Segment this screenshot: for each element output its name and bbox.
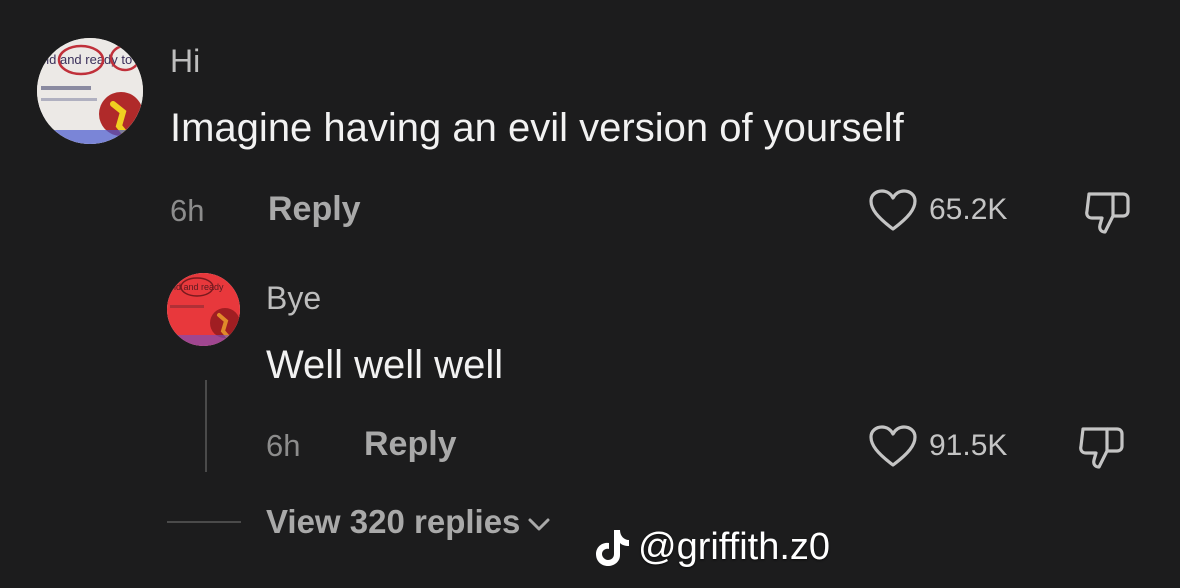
avatar[interactable]: old and ready to xyxy=(37,38,143,144)
reply-reply-button[interactable]: Reply xyxy=(364,427,457,461)
reply-like-count: 91.5K xyxy=(929,429,1008,462)
reply-timestamp: 6h xyxy=(266,428,301,463)
watermark-handle: @griffith.z0 xyxy=(638,526,831,568)
reply-avatar-image: old and ready xyxy=(167,273,240,346)
like-count: 65.2K xyxy=(929,193,1008,226)
replies-divider xyxy=(167,521,241,523)
comment-username[interactable]: Hi xyxy=(170,45,200,77)
dislike-button[interactable] xyxy=(1083,188,1133,236)
thumbs-down-outline-icon xyxy=(1085,192,1130,234)
comment-timestamp: 6h xyxy=(170,193,205,228)
thread-line xyxy=(205,380,207,472)
view-replies-label: View 320 replies xyxy=(266,503,521,540)
tiktok-icon xyxy=(596,530,629,566)
comment-text: Imagine having an evil version of yourse… xyxy=(170,106,904,150)
reply-avatar[interactable]: old and ready xyxy=(167,273,240,346)
heart-outline-icon xyxy=(869,425,917,467)
reply-like-button[interactable]: 91.5K xyxy=(867,423,1007,469)
reply-text: Well well well xyxy=(266,343,504,387)
avatar-caption: old and ready to xyxy=(39,52,132,67)
reply-dislike-button[interactable] xyxy=(1077,423,1127,471)
watermark: @griffith.z0 xyxy=(592,526,830,568)
avatar-image: old and ready to xyxy=(37,38,143,144)
reply-username[interactable]: Bye xyxy=(266,282,321,314)
heart-outline-icon xyxy=(869,189,917,231)
like-button[interactable]: 65.2K xyxy=(867,187,1007,233)
chevron-down-icon xyxy=(528,518,550,530)
view-replies-button[interactable]: View 320 replies xyxy=(266,505,552,538)
reply-button[interactable]: Reply xyxy=(268,192,361,226)
reply-avatar-caption: old and ready xyxy=(169,282,224,292)
thumbs-down-outline-icon xyxy=(1079,427,1124,469)
